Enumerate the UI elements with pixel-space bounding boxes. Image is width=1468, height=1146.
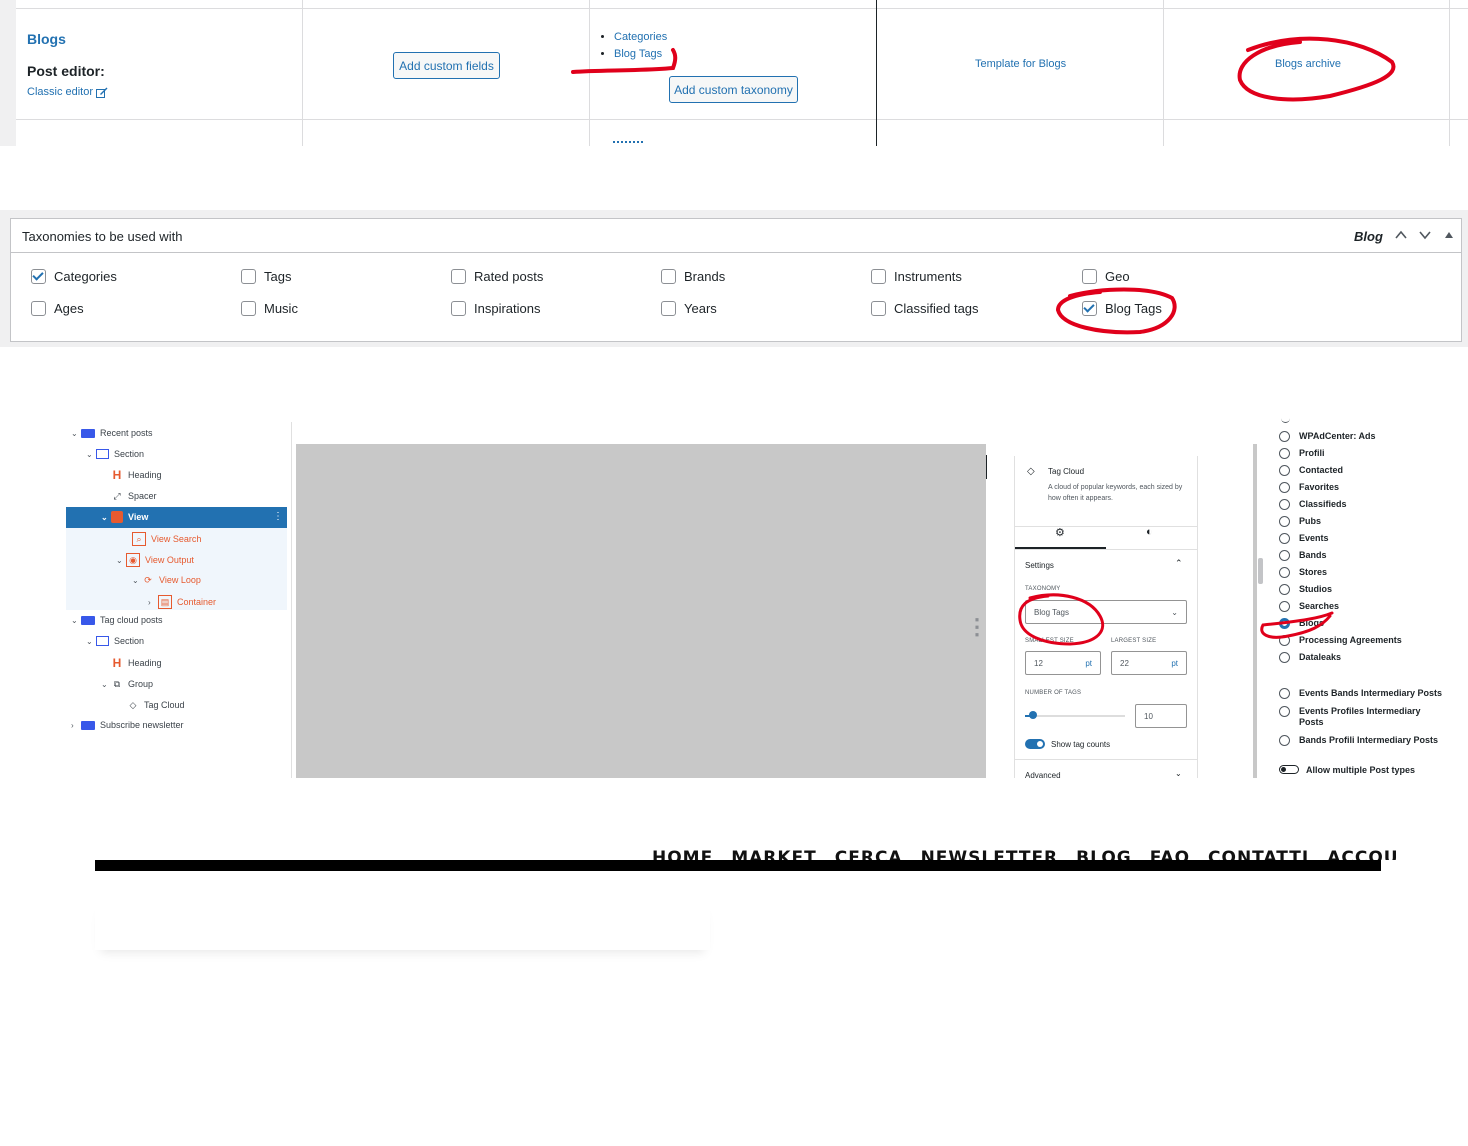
post-types-table: Blogs Post editor: Classic editor Add cu… [0,0,1468,146]
annotation-marks [1018,593,1334,646]
annotation-circle [1055,287,1177,335]
nav-item-blog[interactable]: BLOG [1076,848,1132,860]
block-editor-screenshot: ⌄ Recent posts ⌄ Section H Heading ⤢ Spacer … [60,418,1450,780]
taxonomies-metabox-wrap: Taxonomies to be used with Blog Categori… [0,210,1468,347]
dropdown-card [95,900,710,950]
nav-item-newsletter[interactable]: NEWSLETTER [921,848,1059,860]
site-header-bar [95,860,1381,871]
nav-item-account[interactable]: ACCOUNT [1327,848,1400,860]
annotation-marks [571,36,1396,102]
nav-item-market[interactable]: MARKET [731,848,817,860]
nav-item-home[interactable]: HOME [652,848,713,860]
site-nav: HOME MARKET CERCA NEWSLETTER BLOG FAQ CO… [652,848,1400,860]
nav-item-contatti[interactable]: CONTATTI [1208,848,1309,860]
nav-item-cerca[interactable]: CERCA [835,848,903,860]
nav-item-faq[interactable]: FAQ [1150,848,1190,860]
site-nav-clip: HOME MARKET CERCA NEWSLETTER BLOG FAQ CO… [600,846,1400,860]
